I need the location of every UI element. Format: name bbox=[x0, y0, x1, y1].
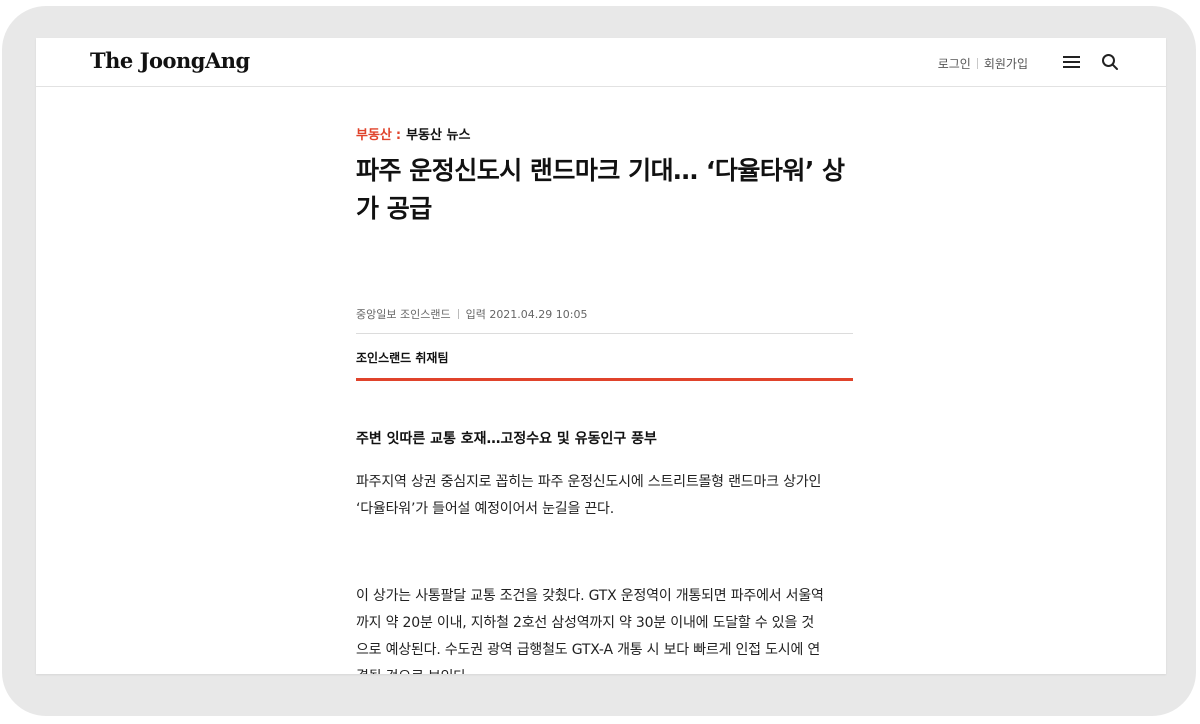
auth-divider bbox=[976, 58, 978, 69]
search-icon-glyph bbox=[1102, 54, 1118, 70]
article-paragraph: 파주지역 상권 중심지로 꼽히는 파주 운정신도시에 스트리트몰형 랜드마크 상… bbox=[356, 474, 822, 517]
section-separator: : bbox=[395, 128, 402, 143]
article-category: 부동산: 부동산 뉴스 bbox=[356, 124, 470, 143]
meta-divider bbox=[457, 309, 459, 319]
menu-line bbox=[1063, 66, 1080, 68]
site-logo[interactable]: The JoongAng bbox=[90, 48, 250, 73]
article-byline: 조인스랜드 취재팀 bbox=[356, 351, 449, 365]
auth-links: 로그인 회원가입 bbox=[938, 55, 1028, 72]
login-link[interactable]: 로그인 bbox=[938, 55, 971, 72]
article-headline: 파주 운정신도시 랜드마크 기대… ‘다율타워’ 상가 공급 bbox=[356, 156, 845, 223]
menu-line bbox=[1063, 56, 1080, 58]
signup-link[interactable]: 회원가입 bbox=[984, 55, 1028, 72]
hamburger-menu-icon[interactable] bbox=[1062, 54, 1082, 70]
browser-viewport: The JoongAng 로그인 회원가입 부동산: 부동산 뉴스 파주 운정신… bbox=[36, 38, 1166, 674]
search-icon[interactable] bbox=[1100, 52, 1120, 72]
accent-divider bbox=[356, 378, 853, 381]
section-link[interactable]: 부동산 bbox=[356, 128, 392, 143]
article-source: 중앙일보 조인스랜드 bbox=[356, 308, 451, 321]
article-subheadline: 주변 잇따른 교통 호재…고정수요 및 유동인구 풍부 bbox=[356, 431, 657, 447]
screenshot-frame: The JoongAng 로그인 회원가입 부동산: 부동산 뉴스 파주 운정신… bbox=[0, 0, 1200, 724]
subsection-link[interactable]: 부동산 뉴스 bbox=[406, 128, 470, 143]
menu-line bbox=[1063, 61, 1080, 63]
site-header: The JoongAng 로그인 회원가입 bbox=[36, 38, 1166, 87]
divider bbox=[356, 333, 853, 334]
article-meta: 중앙일보 조인스랜드 입력 2021.04.29 10:05 bbox=[356, 306, 588, 322]
article-paragraph: 이 상가는 사통팔달 교통 조건을 갖췄다. GTX 운정역이 개통되면 파주에… bbox=[356, 588, 824, 674]
article-date: 입력 2021.04.29 10:05 bbox=[465, 308, 588, 321]
